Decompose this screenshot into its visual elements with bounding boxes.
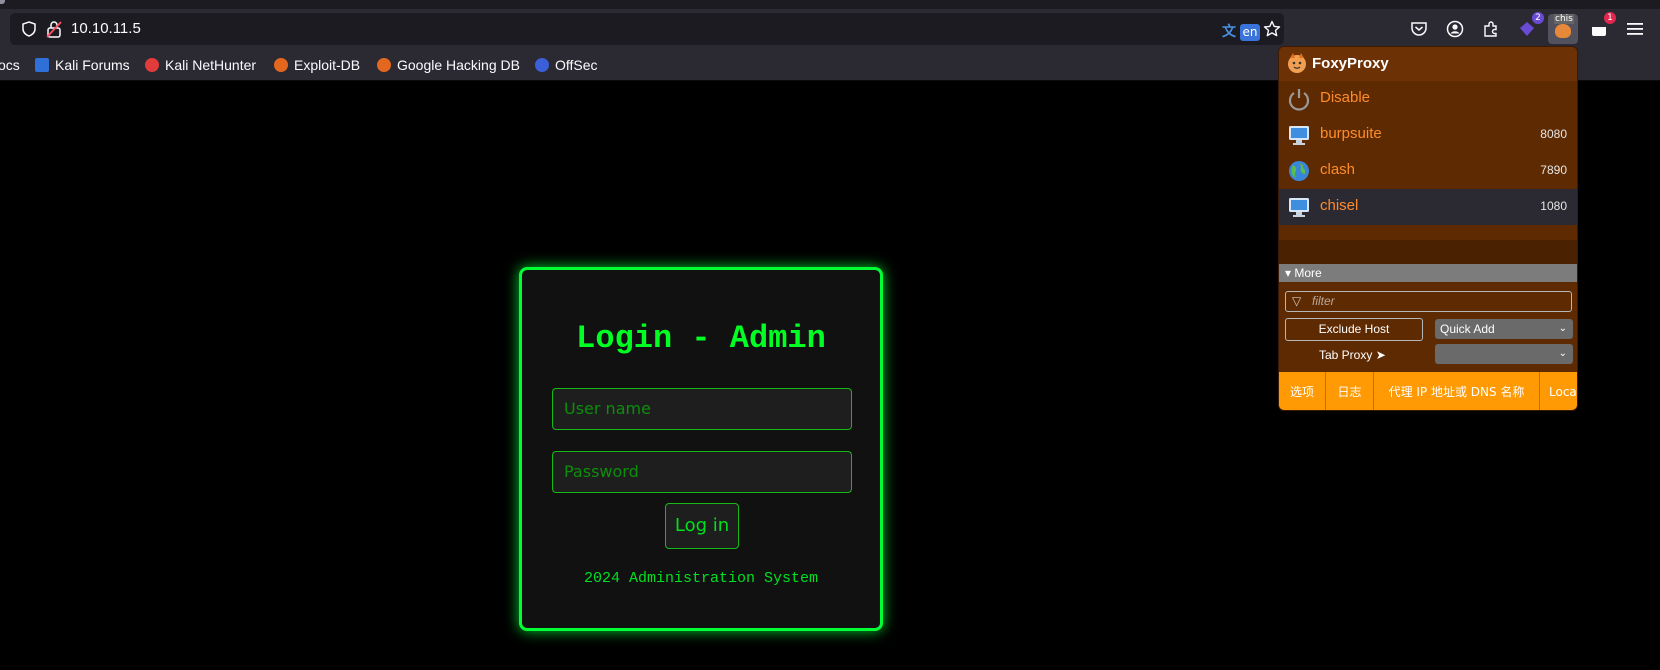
extension-badge: 2 (1532, 12, 1544, 24)
ghdb-icon (377, 58, 391, 72)
password-input[interactable]: Password (552, 451, 852, 493)
proxy-name: Disable (1320, 89, 1371, 106)
translate-icon: 文 (1222, 24, 1236, 40)
calendar-extension-icon[interactable]: 1 (1584, 12, 1616, 44)
bookmark-offsec[interactable]: OffSec (535, 55, 598, 75)
quick-add-label: Quick Add (1440, 322, 1495, 336)
exploit-db-icon (274, 58, 288, 72)
bookmark-star-icon[interactable] (1263, 20, 1281, 38)
proxy-name: chisel (1320, 197, 1359, 214)
tab-edge[interactable] (0, 0, 5, 4)
offsec-icon (535, 58, 549, 72)
location-button[interactable]: Loca (1540, 372, 1577, 410)
tab-proxy-select[interactable]: ⌄ (1435, 344, 1573, 364)
login-card: Login - Admin User name Password Log in … (519, 267, 883, 631)
filter-placeholder: filter (1312, 294, 1335, 308)
username-input[interactable]: User name (552, 388, 852, 430)
kali-forums-icon (35, 58, 49, 72)
foxyproxy-icon (1555, 24, 1571, 38)
pocket-icon[interactable] (1404, 14, 1434, 44)
proxy-ip-dns-button[interactable]: 代理 IP 地址或 DNS 名称 (1374, 372, 1540, 410)
hamburger-menu-icon[interactable] (1620, 14, 1650, 44)
notification-badge: 1 (1604, 12, 1616, 24)
log-button[interactable]: 日志 (1326, 372, 1374, 410)
proxy-item-disable[interactable]: Disable (1279, 81, 1577, 117)
proxy-item-clash[interactable]: clash 7890 (1279, 153, 1577, 189)
extensions-icon[interactable] (1476, 14, 1506, 44)
proxy-port: 1080 (1540, 199, 1567, 213)
bookmark-docs[interactable]: ocs (0, 55, 20, 75)
power-icon (1287, 87, 1311, 111)
proxy-list-spacer (1279, 240, 1577, 264)
exclude-host-button[interactable]: Exclude Host (1285, 318, 1423, 341)
foxyproxy-header: FoxyProxy (1279, 47, 1577, 81)
bookmark-google-hacking-db[interactable]: Google Hacking DB (377, 55, 520, 75)
more-toggle[interactable]: ▾ More (1279, 264, 1577, 282)
proxy-name: burpsuite (1320, 125, 1382, 142)
bookmark-exploit-db[interactable]: Exploit-DB (274, 55, 360, 75)
bookmark-label: OffSec (555, 57, 598, 73)
login-button[interactable]: Log in (665, 503, 739, 549)
translate-button[interactable]: 文 en (1222, 21, 1260, 41)
kali-nethunter-icon (145, 58, 159, 72)
foxyproxy-footer: 选项 日志 代理 IP 地址或 DNS 名称 Loca (1279, 372, 1577, 410)
computer-icon (1287, 123, 1311, 147)
proxy-port: 7890 (1540, 163, 1567, 177)
bookmark-label: Kali NetHunter (165, 57, 257, 73)
url-text[interactable]: 10.10.11.5 (71, 20, 141, 37)
filter-input[interactable]: ▽ filter (1285, 291, 1572, 312)
chevron-down-icon: ⌄ (1558, 323, 1567, 334)
bookmark-label: Exploit-DB (294, 57, 361, 73)
extension-purple-icon[interactable]: 2 (1512, 12, 1544, 44)
globe-icon (1287, 159, 1311, 183)
proxy-item-burpsuite[interactable]: burpsuite 8080 (1279, 117, 1577, 153)
computer-icon (1287, 195, 1311, 219)
quick-add-select[interactable]: Quick Add ⌄ (1435, 319, 1573, 339)
bookmark-label: ocs (0, 57, 20, 73)
url-bar[interactable]: 10.10.11.5 文 en (10, 13, 1284, 45)
translate-language-badge: en (1240, 24, 1260, 41)
foxyproxy-logo-icon (1286, 52, 1308, 74)
bookmark-kali-nethunter[interactable]: Kali NetHunter (145, 55, 256, 75)
login-title: Login - Admin (576, 320, 826, 357)
options-button[interactable]: 选项 (1279, 372, 1326, 410)
proxy-item-chisel[interactable]: chisel 1080 (1279, 189, 1577, 225)
bookmark-label: Google Hacking DB (397, 57, 520, 73)
foxyproxy-title: FoxyProxy (1312, 55, 1389, 72)
insecure-lock-icon[interactable] (46, 20, 62, 38)
proxy-port: 8080 (1540, 127, 1567, 141)
filter-icon: ▽ (1292, 294, 1302, 308)
proxy-name: clash (1320, 161, 1356, 178)
bookmark-kali-forums[interactable]: Kali Forums (35, 55, 130, 75)
foxyproxy-toolbar-button[interactable]: chis (1548, 14, 1578, 44)
foxyproxy-badge: chis (1554, 14, 1574, 24)
foxyproxy-popup: FoxyProxy Disable burpsuite 8080 clash 7… (1278, 46, 1578, 411)
account-icon[interactable] (1440, 14, 1470, 44)
login-footer: 2024 Administration System (583, 570, 819, 587)
tab-proxy-label: Tab Proxy ➤ (1319, 348, 1386, 362)
bookmark-label: Kali Forums (55, 57, 130, 73)
window-top-strip (0, 0, 1660, 9)
chevron-down-icon: ⌄ (1558, 348, 1567, 359)
navigation-toolbar: 10.10.11.5 文 en 2 chis 1 (0, 9, 1660, 49)
shield-icon[interactable] (21, 21, 37, 37)
